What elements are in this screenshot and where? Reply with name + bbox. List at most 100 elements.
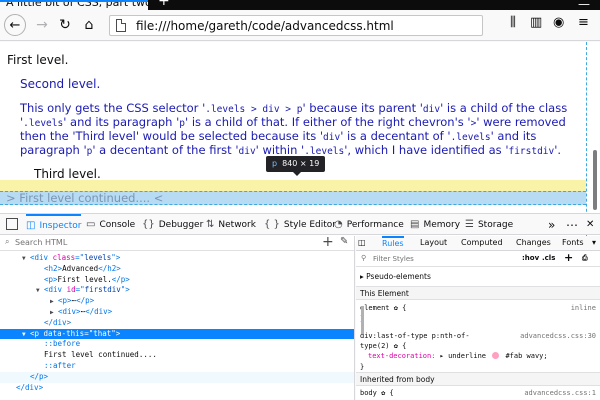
markup-token: <div — [30, 253, 53, 262]
selector-rule[interactable]: div:last-of-type p:nth-of- advancedcss.c… — [356, 332, 600, 342]
markup-token: </p> — [76, 296, 95, 306]
browser-tab[interactable]: A little bit of CSS, part two — [0, 0, 148, 10]
tab-label: Storage — [477, 219, 514, 230]
tab-storage[interactable]: ☰ Storage — [465, 214, 513, 235]
devtools-options-icon[interactable]: ⋯ — [566, 214, 578, 235]
markup-node[interactable]: </div> — [0, 383, 354, 394]
tab-changes[interactable]: Changes — [516, 236, 551, 251]
filter-styles-bar[interactable]: ⚲ Filter Styles :hov .cls + ⎙ — [356, 251, 600, 267]
performance-icon: ◔ — [334, 219, 343, 230]
new-tab-button[interactable]: + — [158, 0, 170, 8]
markup-node[interactable]: First level continued.... — [0, 350, 354, 361]
declaration-text-decoration[interactable]: text-decoration: ▸ underline #fab wavy; — [356, 352, 600, 363]
url-text[interactable]: file:///home/gareth/code/advancedcss.htm… — [136, 19, 394, 33]
markup-node[interactable]: <h2>Advanced</h2> — [0, 263, 354, 275]
rules-panel: ◫ Rules Layout Computed Changes Fonts ▾ … — [356, 236, 600, 400]
filter-icon: ⚲ — [361, 254, 367, 262]
tab-performance[interactable]: ◔ Performance — [334, 214, 404, 235]
markup-node[interactable]: ::after — [0, 361, 354, 372]
markup-node[interactable]: ▶ <p>⋯</p> — [0, 296, 354, 307]
inspector-icon: ◫ — [26, 220, 36, 231]
markup-node[interactable]: ::before — [0, 339, 354, 350]
search-html-input[interactable]: Search HTML — [15, 238, 67, 247]
tab-network[interactable]: ⇅ Network — [206, 214, 256, 235]
back-button[interactable]: ← — [4, 14, 26, 36]
body-rule[interactable]: body ✿ { advancedcss.css:1 — [356, 389, 600, 400]
search-html-bar[interactable]: ⌕ Search HTML + ✎ — [0, 236, 354, 251]
more-tabs-chevron-icon[interactable]: ▾ — [592, 236, 596, 251]
filter-styles-input[interactable]: Filter Styles — [373, 255, 414, 263]
paragraph-text: ' within ' — [255, 143, 305, 157]
element-rule[interactable]: element ✿ { inline — [356, 304, 600, 315]
tab-style-editor[interactable]: { } Style Editor — [264, 214, 336, 235]
search-icon: ⌕ — [5, 237, 10, 246]
eyedropper-icon[interactable]: ✎ — [340, 236, 348, 247]
url-bar[interactable]: file:///home/gareth/code/advancedcss.htm… — [109, 15, 483, 36]
console-icon: ▭ — [86, 219, 96, 230]
selector-line-2: type(2) ✿ { — [360, 342, 407, 350]
pseudo-elements-label[interactable]: Pseudo-elements — [366, 272, 431, 281]
memory-icon: ▤ — [410, 219, 420, 230]
declaration-property[interactable]: text-decoration: — [368, 352, 435, 360]
markup-node[interactable]: ▼ <div id="firstdiv"> — [0, 285, 354, 296]
tab-memory[interactable]: ▤ Memory — [410, 214, 460, 235]
tab-inspector[interactable]: ◫ Inspector — [26, 214, 82, 235]
add-rule-icon[interactable]: + — [564, 251, 573, 264]
sidebar-icon[interactable]: ▥ — [530, 15, 542, 30]
body-source-link[interactable]: advancedcss.css:1 — [524, 389, 596, 397]
menu-icon[interactable]: ≡ — [578, 15, 589, 30]
library-icon[interactable]: ⫼ — [510, 15, 516, 30]
markup-token: <div> — [58, 306, 81, 316]
tab-rules[interactable]: Rules — [382, 236, 404, 251]
selector-source-link[interactable]: advancedcss.css:30 — [520, 332, 596, 340]
print-simulation-icon[interactable]: ⎙ — [582, 254, 588, 263]
inline-code: .levels — [450, 132, 491, 143]
close-devtools-icon[interactable]: ✕ — [586, 214, 594, 235]
page-scrollbar[interactable] — [593, 150, 597, 210]
paragraph-text: '. — [554, 143, 562, 157]
home-button[interactable]: ⌂ — [79, 15, 99, 35]
expand-triangle-icon[interactable]: ▸ — [440, 352, 444, 360]
markup-node[interactable]: ▼ <p data-this="that"> — [0, 328, 354, 340]
tab-computed[interactable]: Computed — [461, 236, 503, 251]
markup-token: Advanced — [62, 263, 99, 273]
color-swatch-icon[interactable] — [492, 352, 500, 359]
inline-code: div — [422, 104, 441, 115]
browser-window: A little bit of CSS, part two + — ← → ↻ … — [0, 0, 600, 400]
account-icon[interactable]: ◉ — [553, 15, 564, 30]
markup-token: "> — [111, 328, 121, 338]
markup-node[interactable]: </p> — [0, 371, 354, 383]
inherited-section: Inherited from body body ✿ { advancedcss… — [356, 372, 600, 400]
tab-debugger[interactable]: {} Debugger — [142, 214, 203, 235]
paragraph-text: ' a decentant of the first ' — [92, 143, 239, 157]
reload-button[interactable]: ↻ — [55, 15, 75, 35]
tab-label: Memory — [423, 219, 461, 230]
this-element-header: This Element — [356, 286, 600, 300]
hov-button[interactable]: :hov — [522, 254, 539, 262]
markup-node[interactable]: ▶ <div>⋯</div> — [0, 306, 354, 318]
highlighter-tooltip: p 840 × 19 — [266, 156, 326, 176]
element-picker-icon[interactable] — [6, 218, 18, 230]
tab-fonts[interactable]: Fonts — [562, 236, 584, 251]
declaration-value-color[interactable]: #fab wavy; — [505, 352, 547, 360]
markup-token: =" — [75, 253, 85, 262]
markup-token: <p> — [58, 296, 72, 306]
rules-scrollbar[interactable] — [361, 306, 364, 334]
forward-arrow-icon: → — [36, 17, 48, 33]
home-icon: ⌂ — [84, 17, 94, 33]
tab-layout[interactable]: Layout — [420, 236, 447, 251]
add-node-icon[interactable]: + — [322, 236, 334, 250]
paragraph-text: ' because its parent ' — [302, 101, 423, 115]
markup-node[interactable]: ▼ <div class="levels"> — [0, 253, 354, 264]
markup-node[interactable]: <p>First level.</p> — [0, 275, 354, 286]
file-icon — [116, 19, 126, 32]
more-tools-icon[interactable]: » — [548, 214, 555, 235]
tab-console[interactable]: ▭ Console — [86, 214, 135, 235]
markup-node[interactable]: </div> — [0, 318, 354, 329]
forward-button[interactable]: → — [32, 15, 52, 35]
markup-token: </h2> — [98, 263, 121, 273]
declaration-value-underline[interactable]: underline — [448, 352, 486, 360]
toggle-layout-icon[interactable]: ◫ — [358, 236, 366, 251]
cls-button[interactable]: .cls — [542, 254, 555, 262]
minimize-icon[interactable]: — — [578, 0, 590, 10]
